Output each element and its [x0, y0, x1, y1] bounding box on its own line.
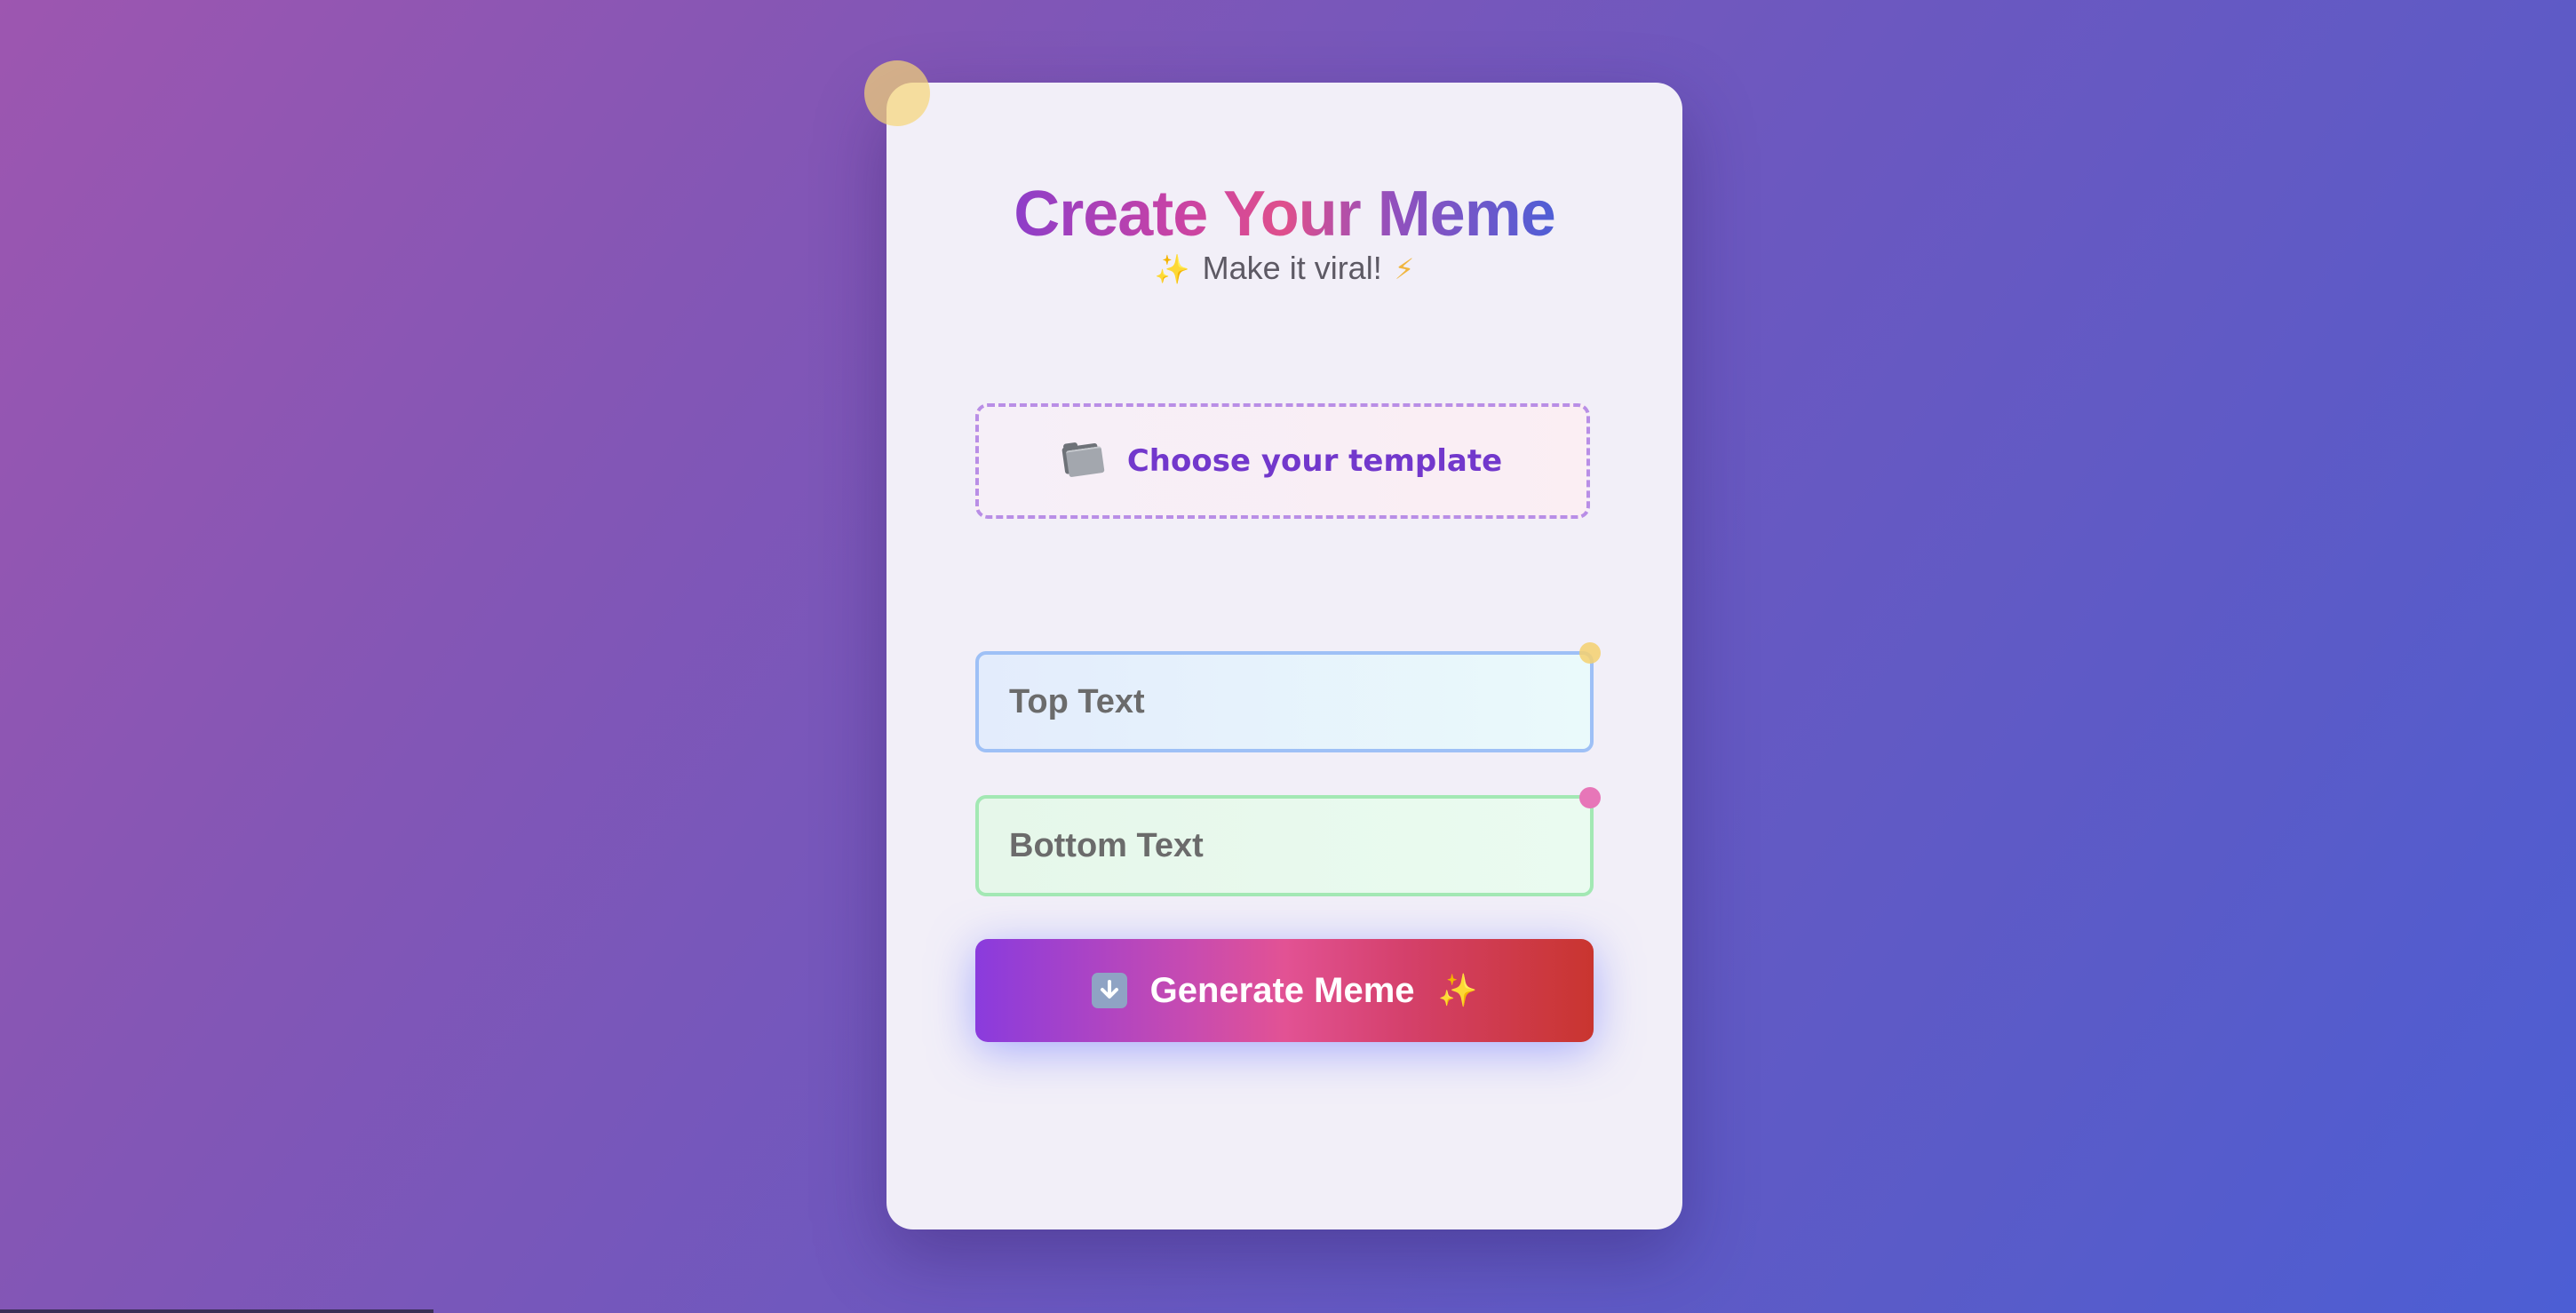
generate-meme-label: Generate Meme — [1149, 970, 1415, 1010]
top-text-input[interactable] — [975, 651, 1594, 752]
choose-template-button[interactable]: Choose your template — [975, 403, 1590, 519]
sparkles-icon: ✨ — [1437, 972, 1478, 1008]
decorative-dot-yellow — [1579, 642, 1601, 664]
decorative-dot-pink — [1579, 787, 1601, 808]
bottom-text-input[interactable] — [975, 795, 1594, 896]
choose-template-label: Choose your template — [1126, 443, 1503, 479]
generate-meme-button[interactable]: Generate Meme ✨ — [975, 939, 1594, 1042]
down-arrow-icon — [1091, 973, 1127, 1008]
decorative-corner-circle — [864, 60, 930, 126]
bottom-edge-strip — [0, 1309, 433, 1313]
folder-icon — [1061, 439, 1105, 478]
